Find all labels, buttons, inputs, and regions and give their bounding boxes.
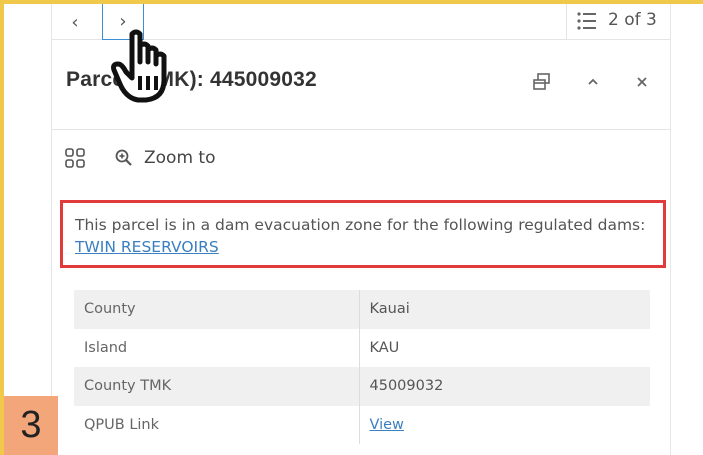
attribute-value: 45009032 bbox=[359, 367, 650, 406]
attribute-key: QPUB Link bbox=[74, 405, 360, 444]
nav-divider bbox=[566, 4, 567, 40]
chevron-left-icon: ‹ bbox=[71, 11, 79, 33]
feature-page-count: 2 of 3 bbox=[608, 10, 657, 30]
dam-link[interactable]: TWIN RESERVOIRS bbox=[75, 238, 219, 256]
attribute-key: County bbox=[74, 290, 360, 329]
grid-icon[interactable] bbox=[64, 147, 86, 169]
feature-title: Parcel (TMK): 445009032 bbox=[66, 68, 317, 91]
dam-evacuation-alert: This parcel is in a dam evacuation zone … bbox=[60, 200, 666, 268]
attribute-table: County Kauai Island KAU County TMK 45009… bbox=[74, 290, 650, 444]
hand-pointer-icon bbox=[111, 29, 167, 103]
qpub-view-link[interactable]: View bbox=[370, 417, 404, 433]
table-row: County TMK 45009032 bbox=[74, 367, 650, 406]
table-row: Island KAU bbox=[74, 328, 650, 367]
table-row: QPUB Link View bbox=[74, 405, 650, 444]
zoom-in-icon bbox=[115, 149, 132, 166]
attribute-key: County TMK bbox=[74, 367, 360, 406]
dock-float-icon bbox=[533, 73, 550, 90]
chevron-up-icon bbox=[588, 78, 598, 85]
highlight-frame-left bbox=[0, 0, 4, 455]
previous-feature-button[interactable]: ‹ bbox=[54, 4, 96, 40]
collapse-button[interactable] bbox=[583, 72, 603, 92]
close-icon bbox=[637, 77, 647, 87]
dock-float-button[interactable] bbox=[532, 72, 552, 92]
zoom-to-label: Zoom to bbox=[144, 148, 216, 168]
attribute-value: KAU bbox=[369, 339, 400, 356]
zoom-to-button[interactable]: Zoom to bbox=[114, 148, 215, 168]
close-button[interactable] bbox=[632, 72, 652, 92]
list-icon[interactable] bbox=[576, 10, 598, 32]
attribute-key: Island bbox=[74, 328, 360, 367]
alert-message: This parcel is in a dam evacuation zone … bbox=[75, 216, 646, 234]
attribute-value: Kauai bbox=[359, 290, 650, 329]
step-number-badge: 3 bbox=[4, 396, 58, 455]
table-row: County Kauai bbox=[74, 290, 650, 329]
title-divider bbox=[52, 129, 670, 130]
